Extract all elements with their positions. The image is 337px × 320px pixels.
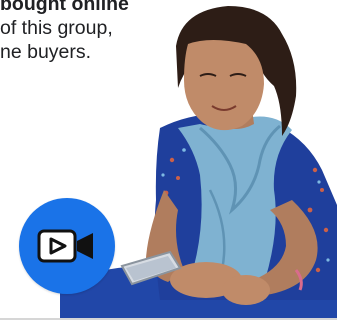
video-play-badge[interactable] <box>19 198 115 294</box>
video-camera-icon <box>37 229 93 263</box>
